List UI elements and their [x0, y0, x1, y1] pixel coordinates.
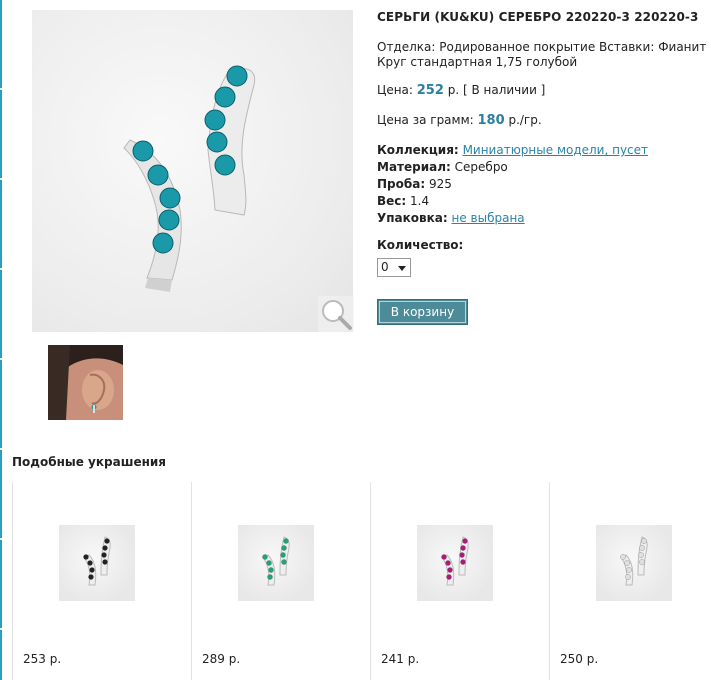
weight-label: Вес: — [377, 194, 407, 208]
packaging-label: Упаковка: — [377, 211, 448, 225]
gemstone — [268, 567, 274, 573]
collection-link[interactable]: Миниатюрные модели, пусет — [463, 143, 648, 157]
similar-item-image[interactable] — [238, 525, 314, 601]
gemstone — [102, 559, 108, 565]
probe-value: 925 — [428, 177, 452, 191]
product-finish-description: Отделка: Родированное покрытие Вставки: … — [377, 40, 707, 69]
gemstone — [262, 554, 268, 560]
similar-item-card[interactable]: 250 р. — [549, 482, 711, 680]
gemstone — [446, 574, 452, 580]
gemstone — [441, 554, 447, 560]
ear-photo — [48, 345, 123, 420]
similar-items-heading: Подобные украшения — [12, 455, 167, 469]
gemstone — [101, 552, 107, 558]
mini-earrings — [620, 536, 648, 586]
left-accent-border — [0, 0, 2, 680]
gemstone — [459, 552, 465, 558]
probe-row: Проба: 925 — [377, 176, 648, 193]
probe-label: Проба: — [377, 177, 426, 191]
gemstone — [460, 545, 466, 551]
packaging-row: Упаковка: не выбрана — [377, 210, 648, 227]
similar-item-card[interactable]: 289 р. — [191, 482, 371, 680]
gemstone — [88, 574, 94, 580]
gemstone — [132, 140, 154, 162]
gemstone — [620, 554, 626, 560]
gemstone — [462, 538, 468, 544]
weight-row: Вес: 1.4 — [377, 193, 648, 210]
gemstone — [625, 574, 631, 580]
similar-item-price: 253 р. — [23, 652, 62, 666]
gemstone — [226, 65, 248, 87]
gemstone — [158, 209, 180, 231]
mini-earrings — [262, 536, 290, 586]
quantity-label: Количество: — [377, 238, 464, 252]
similar-item-image[interactable] — [59, 525, 135, 601]
gemstone — [206, 131, 228, 153]
gemstone — [626, 567, 632, 573]
gemstone — [87, 560, 93, 566]
price-per-gram-value: 180 — [477, 113, 505, 128]
price-value: 252 — [416, 83, 444, 98]
earrings-image — [123, 65, 256, 292]
gemstone — [447, 567, 453, 573]
similar-items-list: 253 р. 289 р. 241 р. 250 р. — [12, 482, 711, 680]
gemstone — [83, 554, 89, 560]
similar-item-price: 289 р. — [202, 652, 241, 666]
price-per-gram-line: Цена за грамм: 180 р./гр. — [377, 113, 542, 128]
chevron-down-icon — [398, 266, 406, 271]
weight-value: 1.4 — [410, 194, 430, 208]
similar-item-image[interactable] — [417, 525, 493, 601]
gemstone — [214, 154, 236, 176]
price-per-gram-suffix: р./гр. — [504, 113, 542, 127]
mini-earrings — [441, 536, 469, 586]
gemstone — [639, 559, 645, 565]
price-suffix: р. [ В наличии ] — [443, 83, 546, 97]
gemstone — [152, 232, 174, 254]
packaging-link[interactable]: не выбрана — [452, 211, 525, 225]
quantity-value: 0 — [381, 260, 389, 274]
mini-earrings — [83, 536, 111, 586]
product-properties: Коллекция: Миниатюрные модели, пусет Мат… — [377, 142, 648, 227]
gemstone — [267, 574, 273, 580]
gemstone — [281, 545, 287, 551]
gemstone — [280, 552, 286, 558]
gemstone — [281, 559, 287, 565]
gemstone — [639, 545, 645, 551]
gemstone — [89, 567, 95, 573]
gemstone — [445, 560, 451, 566]
price-line: Цена: 252 р. [ В наличии ] — [377, 83, 545, 98]
gemstone — [460, 559, 466, 565]
similar-item-price: 250 р. — [560, 652, 599, 666]
gemstone — [104, 538, 110, 544]
material-row: Материал: Серебро — [377, 159, 648, 176]
gemstone — [204, 109, 226, 131]
collection-row: Коллекция: Миниатюрные модели, пусет — [377, 142, 648, 159]
gemstone — [641, 538, 647, 544]
gemstone — [638, 552, 644, 558]
product-thumbnail[interactable] — [48, 345, 123, 420]
gemstone — [147, 164, 169, 186]
gemstone — [283, 538, 289, 544]
gemstone — [266, 560, 272, 566]
add-to-cart-button[interactable]: В корзину — [377, 299, 468, 325]
collection-label: Коллекция: — [377, 143, 459, 157]
magnifier-icon[interactable] — [318, 296, 354, 332]
quantity-select[interactable]: 0 — [377, 258, 411, 277]
similar-item-card[interactable]: 241 р. — [370, 482, 550, 680]
gemstone — [159, 187, 181, 209]
price-per-gram-label: Цена за грамм: — [377, 113, 478, 127]
material-value: Серебро — [454, 160, 508, 174]
price-label: Цена: — [377, 83, 417, 97]
gemstone — [214, 86, 236, 108]
gemstone — [102, 545, 108, 551]
similar-item-image[interactable] — [596, 525, 672, 601]
similar-item-price: 241 р. — [381, 652, 420, 666]
product-title: СЕРЬГИ (KU&KU) СЕРЕБРО 220220-3 220220-3 — [377, 10, 699, 24]
gemstone — [624, 560, 630, 566]
similar-item-card[interactable]: 253 р. — [12, 482, 192, 680]
product-main-photo[interactable] — [32, 10, 353, 332]
material-label: Материал: — [377, 160, 451, 174]
